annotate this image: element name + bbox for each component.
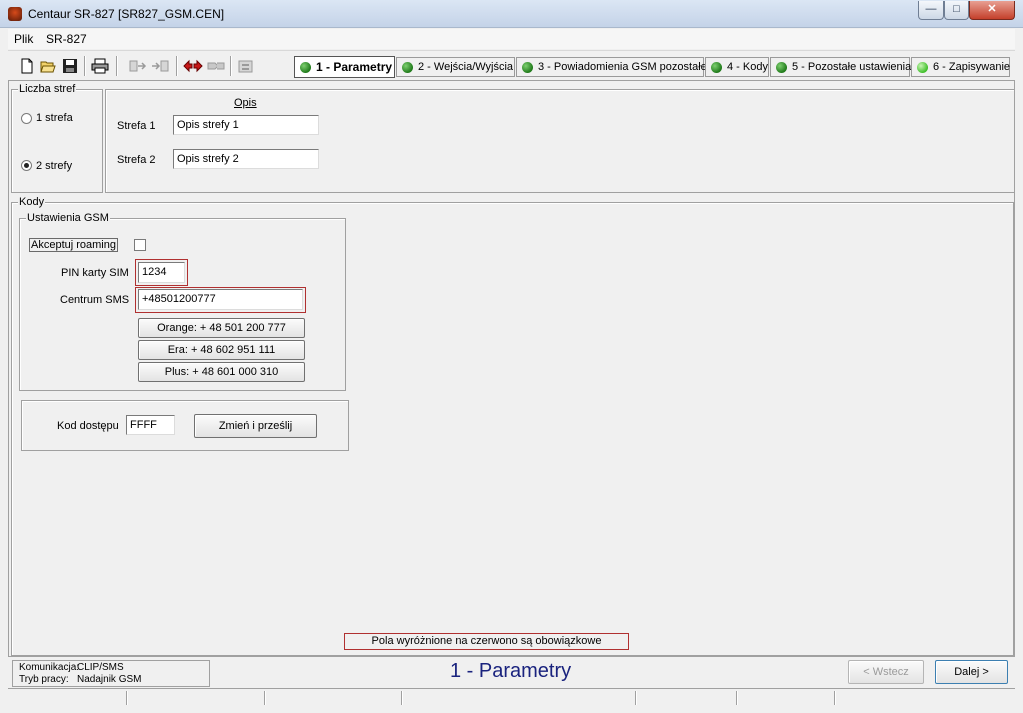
content-panel: Liczba stref 1 strefa 2 strefy Opis Stre… — [8, 80, 1015, 657]
step-title: 1 - Parametry — [450, 660, 572, 682]
codes-group: Kody Ustawienia GSM Akceptuj roaming PIN… — [11, 196, 1014, 656]
change-and-send-button[interactable]: Zmień i prześlij — [194, 414, 317, 438]
title-bar: Centaur SR-827 [SR827_GSM.CEN] — □ ✕ — [0, 0, 1023, 28]
tab-parametry[interactable]: 1 - Parametry — [294, 56, 395, 78]
minimize-button[interactable]: — — [918, 1, 944, 20]
status-dot-icon — [776, 61, 787, 73]
maximize-button[interactable]: □ — [944, 1, 969, 20]
gsm-settings-group: Ustawienia GSM Akceptuj roaming PIN kart… — [19, 212, 346, 391]
roaming-checkbox[interactable] — [134, 239, 146, 251]
mode-value: Nadajnik GSM — [77, 674, 142, 685]
comm-value: CLIP/SMS — [77, 662, 124, 673]
zone-1-description-input[interactable]: Opis strefy 1 — [173, 115, 319, 135]
radio-1-strefa[interactable] — [21, 113, 32, 124]
tab-wejscia-wyjscia[interactable]: 2 - Wejścia/Wyjścia — [396, 57, 515, 77]
tab-powiadomienia-gsm[interactable]: 3 - Powiadomienia GSM pozostałe — [516, 57, 707, 77]
save-icon[interactable] — [60, 56, 80, 76]
back-button[interactable]: < Wstecz — [848, 660, 924, 684]
status-dot-icon — [711, 61, 722, 73]
sim-pin-input[interactable]: 1234 — [138, 262, 185, 283]
radio-2-strefy[interactable] — [21, 160, 32, 171]
radio-1-strefa-label[interactable]: 1 strefa — [36, 112, 73, 124]
print-icon[interactable] — [90, 56, 110, 76]
device-settings-icon — [236, 56, 256, 76]
tab-zapisywanie[interactable]: 6 - Zapisywanie — [911, 57, 1010, 77]
new-file-icon[interactable] — [17, 56, 37, 76]
codes-title: Kody — [18, 196, 46, 208]
zones-count-title: Liczba stref — [18, 83, 77, 95]
zone-2-label: Strefa 2 — [117, 154, 156, 166]
plus-sms-center-button[interactable]: Plus: + 48 601 000 310 — [138, 362, 305, 382]
zone-1-label: Strefa 1 — [117, 120, 156, 132]
sms-center-label: Centrum SMS — [60, 294, 130, 306]
next-button[interactable]: Dalej > — [935, 660, 1008, 684]
app-icon — [8, 7, 22, 21]
menu-plik[interactable]: Plik — [14, 32, 33, 46]
status-dot-icon — [522, 61, 533, 73]
sim-pin-label: PIN karty SIM — [61, 267, 129, 279]
roaming-label[interactable]: Akceptuj roaming — [29, 238, 118, 252]
menu-bar: Plik SR-827 — [8, 29, 1015, 49]
access-code-input[interactable]: FFFF — [126, 415, 175, 435]
status-bar — [8, 688, 1015, 706]
required-fields-notice: Pola wyróżnione na czerwono są obowiązko… — [344, 633, 629, 650]
mode-label: Tryb pracy: — [19, 674, 69, 685]
era-sms-center-button[interactable]: Era: + 48 602 951 111 — [138, 340, 305, 360]
transfer-disabled-icon — [206, 56, 226, 76]
write-device-icon — [150, 56, 170, 76]
close-button[interactable]: ✕ — [969, 1, 1015, 20]
zones-count-group: Liczba stref 1 strefa 2 strefy — [11, 83, 103, 193]
zone-descriptions-group: Opis Strefa 1 Opis strefy 1 Strefa 2 Opi… — [105, 89, 1015, 193]
status-dot-icon — [402, 61, 413, 73]
radio-2-strefy-label[interactable]: 2 strefy — [36, 160, 72, 172]
read-device-icon — [128, 56, 148, 76]
orange-sms-center-button[interactable]: Orange: + 48 501 200 777 — [138, 318, 305, 338]
tab-kody[interactable]: 4 - Kody — [705, 57, 769, 77]
access-code-label: Kod dostępu — [57, 420, 119, 432]
transfer-both-icon[interactable] — [183, 56, 203, 76]
status-dot-icon — [300, 61, 311, 73]
menu-sr827[interactable]: SR-827 — [46, 32, 87, 46]
comm-label: Komunikacja: — [19, 662, 80, 673]
tab-pozostale-ustawienia[interactable]: 5 - Pozostałe ustawienia — [770, 57, 911, 77]
gsm-settings-title: Ustawienia GSM — [26, 212, 110, 224]
status-info: Komunikacja: CLIP/SMS Tryb pracy: Nadajn… — [12, 660, 210, 687]
status-dot-icon — [917, 61, 928, 73]
sms-center-input[interactable]: +48501200777 — [138, 289, 303, 310]
open-folder-icon[interactable] — [38, 56, 58, 76]
access-code-group: Kod dostępu FFFF Zmień i prześlij — [21, 400, 349, 451]
window-title: Centaur SR-827 [SR827_GSM.CEN] — [28, 7, 225, 21]
descriptions-header: Opis — [234, 97, 257, 109]
zone-2-description-input[interactable]: Opis strefy 2 — [173, 149, 319, 169]
